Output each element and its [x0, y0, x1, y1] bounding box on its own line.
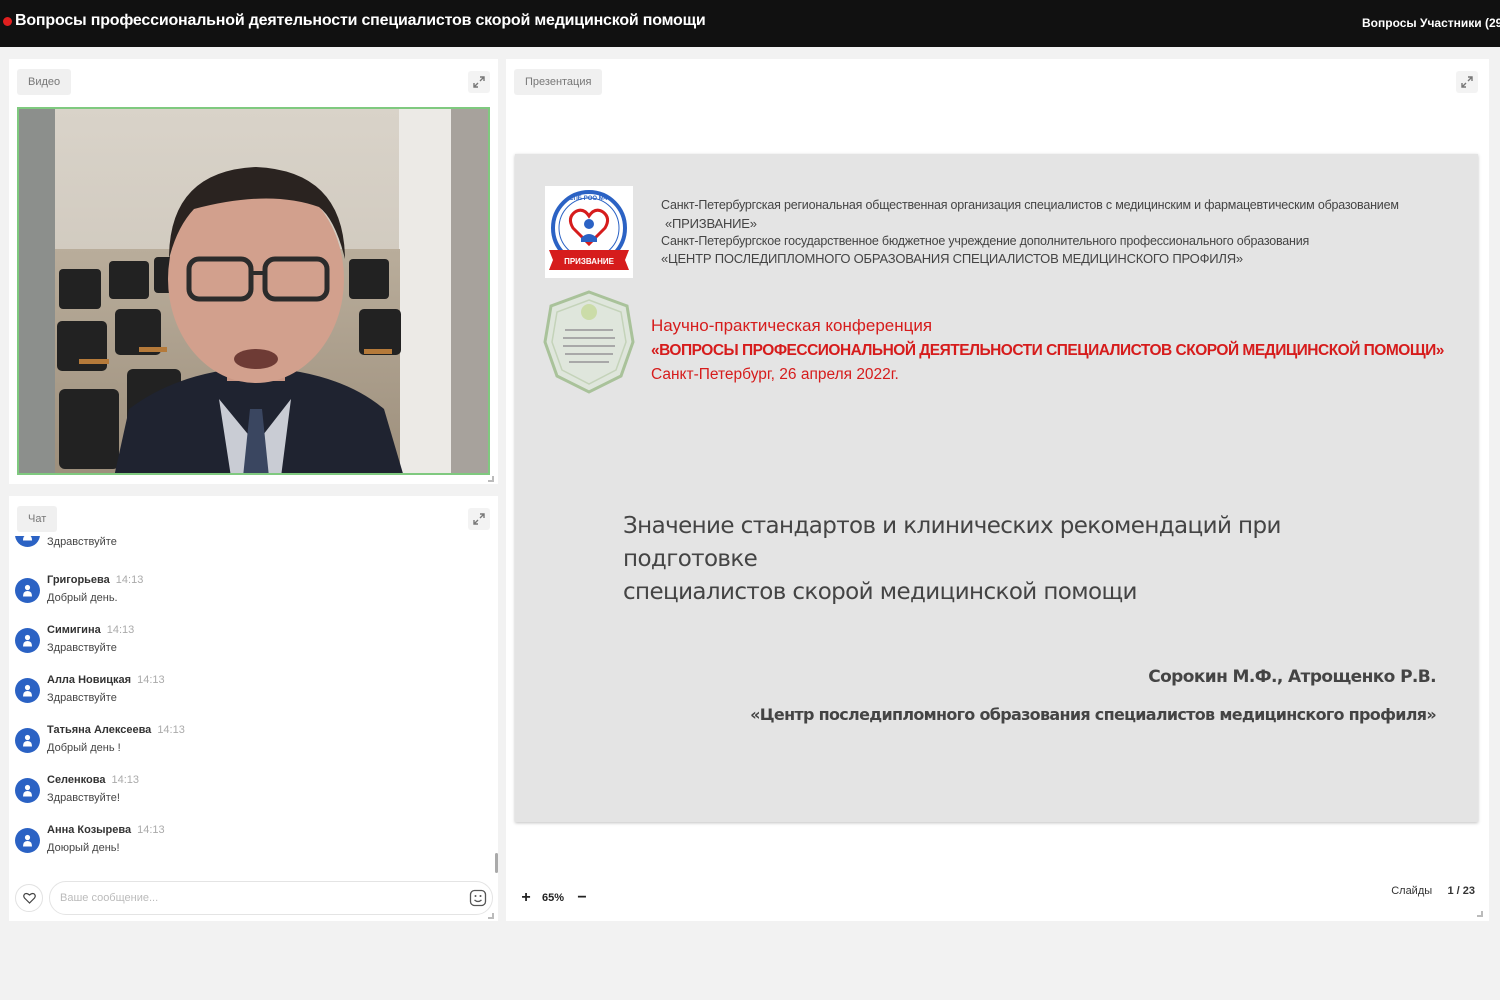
chat-message: Татьяна Алексеева 14:13 Добрый день !	[15, 720, 475, 764]
chat-resize-handle[interactable]	[488, 913, 494, 919]
event-title: Вопросы профессиональной деятельности сп…	[15, 12, 706, 29]
video-expand-button[interactable]	[468, 71, 490, 93]
slide-counter: Слайды 1 / 23	[1391, 885, 1475, 897]
chat-author: Татьяна Алексеева 14:13	[47, 724, 185, 736]
chat-panel: Чат Здравствуйте Григорьева 14:13 Добрый …	[9, 496, 498, 921]
chat-author: Селенкова 14:13	[47, 774, 140, 786]
top-bar: Вопросы профессиональной деятельности сп…	[0, 0, 1500, 47]
chat-author: Алла Новицкая 14:13	[47, 674, 165, 686]
video-panel: Видео	[9, 59, 498, 484]
presentation-slide: ПРИЗВАНИЕ СПБ РОО МФ Санкт-Петербургская…	[515, 154, 1478, 822]
slide-total: 23	[1462, 885, 1475, 897]
chat-author: Симигина 14:13	[47, 624, 135, 636]
chat-time: 14:13	[137, 824, 165, 836]
speaker-video[interactable]	[17, 107, 490, 475]
participants-link[interactable]: Участники (291)	[1420, 16, 1500, 30]
questions-link[interactable]: Вопросы	[1362, 16, 1417, 30]
zoom-controls: + 65% −	[520, 888, 588, 908]
talk-title-line: Значение стандартов и клинических рекоме…	[623, 513, 1281, 572]
zoom-out-button[interactable]: −	[576, 889, 588, 907]
avatar	[15, 536, 40, 547]
video-resize-handle[interactable]	[488, 476, 494, 482]
avatar	[15, 628, 40, 653]
chat-text: Добрый день.	[47, 592, 118, 604]
chat-message-input[interactable]	[49, 881, 493, 915]
avatar	[15, 828, 40, 853]
svg-text:ПРИЗВАНИЕ: ПРИЗВАНИЕ	[564, 257, 615, 266]
chat-message-list[interactable]: Здравствуйте Григорьева 14:13 Добрый день…	[9, 536, 489, 876]
chat-time: 14:13	[157, 724, 185, 736]
record-dot-icon	[3, 17, 12, 26]
chat-message: Григорьева 14:13 Добрый день.	[15, 570, 475, 614]
expand-icon	[473, 513, 485, 525]
affiliation: «Центр последипломного образования специ…	[750, 705, 1437, 724]
chat-time: 14:13	[115, 574, 144, 586]
presentation-tab[interactable]: Презентация	[514, 69, 603, 95]
org-line: «ЦЕНТР ПОСЛЕДИПЛОМНОГО ОБРАЗОВАНИЯ СПЕЦИ…	[661, 251, 1243, 266]
chat-time: 14:13	[137, 674, 165, 686]
prizvanie-logo: ПРИЗВАНИЕ СПБ РОО МФ	[545, 186, 633, 278]
svg-text:СПБ РОО МФ: СПБ РОО МФ	[569, 196, 609, 202]
chat-text: Здравствуйте!	[47, 792, 120, 804]
chat-text: Здравствуйте	[47, 536, 117, 548]
chat-message: Анна Козырева 14:13 Доюрый день!	[15, 820, 475, 864]
conference-name: «ВОПРОСЫ ПРОФЕССИОНАЛЬНОЙ ДЕЯТЕЛЬНОСТИ С…	[651, 342, 1444, 359]
chat-author: Григорьева 14:13	[47, 574, 144, 586]
user-icon	[23, 536, 32, 541]
chat-text: Доюрый день!	[47, 842, 120, 854]
chat-text: Здравствуйте	[47, 692, 117, 704]
user-icon	[23, 634, 32, 647]
heart-icon	[22, 892, 36, 904]
user-icon	[23, 684, 32, 697]
chat-message: Здравствуйте	[15, 536, 475, 558]
org-line: Санкт-Петербургское государственное бюдж…	[661, 234, 1310, 248]
chat-expand-button[interactable]	[468, 508, 490, 530]
avatar	[15, 578, 40, 603]
presentation-panel: Презентация ПРИЗВАНИЕ СПБ РОО МФ Санкт-П…	[506, 59, 1489, 921]
chat-message: Алла Новицкая 14:13 Здравствуйте	[15, 670, 475, 714]
chat-time: 14:13	[106, 624, 135, 636]
chat-tab[interactable]: Чат	[17, 506, 58, 532]
avatar	[15, 778, 40, 803]
speaker-video-image	[19, 109, 488, 473]
chat-message: Симигина 14:13 Здравствуйте	[15, 620, 475, 664]
presentation-expand-button[interactable]	[1456, 71, 1478, 93]
chat-time: 14:13	[111, 774, 140, 786]
slide-current: 1	[1447, 885, 1454, 897]
chat-text: Добрый день !	[47, 742, 121, 754]
org-line: «ПРИЗВАНИЕ»	[665, 216, 757, 231]
expand-icon	[473, 76, 485, 88]
chat-scrollbar[interactable]	[495, 853, 498, 873]
center-seal-logo	[543, 290, 635, 394]
chat-message: Селенкова 14:13 Здравствуйте!	[15, 770, 475, 814]
chat-author: Анна Козырева 14:13	[47, 824, 165, 836]
talk-title-line: специалистов скорой медицинской помощи	[623, 579, 1138, 605]
talk-title: Значение стандартов и клинических рекоме…	[623, 510, 1383, 609]
like-button[interactable]	[15, 884, 43, 912]
conference-type: Научно-практическая конференция	[651, 316, 933, 335]
conference-place-date: Санкт-Петербург, 26 апреля 2022г.	[651, 366, 899, 383]
zoom-in-button[interactable]: +	[520, 889, 532, 907]
video-tab[interactable]: Видео	[17, 69, 72, 95]
presentation-resize-handle[interactable]	[1477, 911, 1483, 917]
chat-text: Здравствуйте	[47, 642, 117, 654]
avatar	[15, 678, 40, 703]
emoji-icon	[469, 889, 487, 907]
chat-compose	[13, 880, 493, 916]
user-icon	[23, 734, 32, 747]
authors: Сорокин М.Ф., Атрощенко Р.В.	[1148, 667, 1436, 687]
user-icon	[23, 834, 32, 847]
expand-icon	[1461, 76, 1473, 88]
user-icon	[23, 584, 32, 597]
avatar	[15, 728, 40, 753]
emoji-button[interactable]	[469, 889, 487, 907]
zoom-level: 65%	[542, 892, 565, 904]
org-line: Санкт-Петербургская региональная обществ…	[661, 198, 1399, 212]
slides-label: Слайды	[1391, 885, 1433, 897]
slide-separator: /	[1456, 885, 1460, 897]
user-icon	[23, 784, 32, 797]
